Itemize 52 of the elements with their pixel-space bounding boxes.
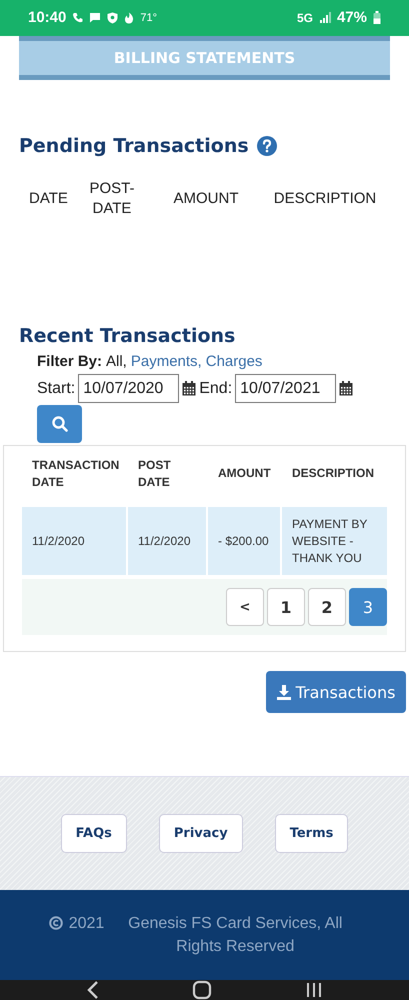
footer-link-button[interactable]: FAQs	[60, 814, 127, 853]
column-header: AMOUNT	[172, 189, 240, 210]
help-icon[interactable]	[256, 136, 277, 156]
chat-icon	[89, 12, 102, 24]
section-title: Pending Transactions	[19, 135, 249, 158]
previous-page-button[interactable]: <	[226, 588, 264, 626]
network-type: 5G	[296, 10, 313, 25]
section-title: Recent Transactions	[19, 325, 236, 348]
page-button[interactable]: 2	[308, 588, 346, 626]
page-button[interactable]: 3	[349, 588, 387, 626]
battery-percent: 47%	[336, 9, 367, 26]
flame-icon	[124, 12, 134, 24]
filter-option[interactable]: Payments,	[130, 353, 202, 370]
temperature: 71°	[140, 12, 158, 24]
copyright-icon	[48, 916, 63, 930]
copyright-text: Genesis FS Card Services, All Rights Reserved	[127, 914, 344, 957]
home-icon[interactable]	[192, 980, 212, 1000]
column-header: AMOUNT	[217, 465, 272, 482]
signal-icon	[318, 12, 331, 24]
back-icon[interactable]	[86, 980, 98, 1000]
clock-time: 10:40	[28, 9, 66, 26]
shield-icon	[107, 12, 118, 24]
field-label: End:	[199, 380, 232, 398]
filter-option[interactable]: All,	[106, 353, 127, 370]
calendar-icon[interactable]	[182, 381, 196, 396]
start-date-field[interactable]: 10/07/2020	[78, 374, 180, 404]
column-header: DATE	[29, 189, 69, 210]
download-icon	[276, 684, 291, 700]
table-cell: 11/2/2020	[128, 507, 208, 576]
download-transactions-button[interactable]: Transactions	[266, 671, 406, 714]
table-cell: - $200.00	[208, 507, 282, 576]
copyright-year: 2021	[68, 914, 104, 934]
battery-icon	[373, 11, 381, 24]
footer-link-button[interactable]: Privacy	[158, 814, 243, 853]
page-button[interactable]: 1	[267, 588, 305, 626]
search-button[interactable]	[37, 405, 82, 444]
column-header: DESCRIPTION	[272, 189, 378, 210]
recent-apps-icon[interactable]	[304, 981, 322, 999]
search-icon	[52, 416, 68, 432]
filter-option[interactable]: Charges	[206, 353, 262, 370]
calendar-icon[interactable]	[339, 381, 354, 396]
column-header: TRANSACTION DATE	[31, 456, 120, 491]
table-cell: 11/2/2020	[22, 507, 128, 576]
column-header: POST DATE	[137, 456, 172, 491]
field-label: Start:	[37, 380, 76, 398]
filter-label: Filter By:	[37, 353, 102, 370]
phone-icon	[72, 12, 84, 24]
column-header: DESCRIPTION	[291, 465, 376, 482]
footer-link-button[interactable]: Terms	[274, 814, 348, 853]
end-date-field[interactable]: 10/07/2021	[235, 374, 336, 404]
column-header: POST-DATE	[89, 179, 135, 220]
table-cell-text: PAYMENT BY WEBSITE - THANK YOU	[291, 516, 368, 567]
